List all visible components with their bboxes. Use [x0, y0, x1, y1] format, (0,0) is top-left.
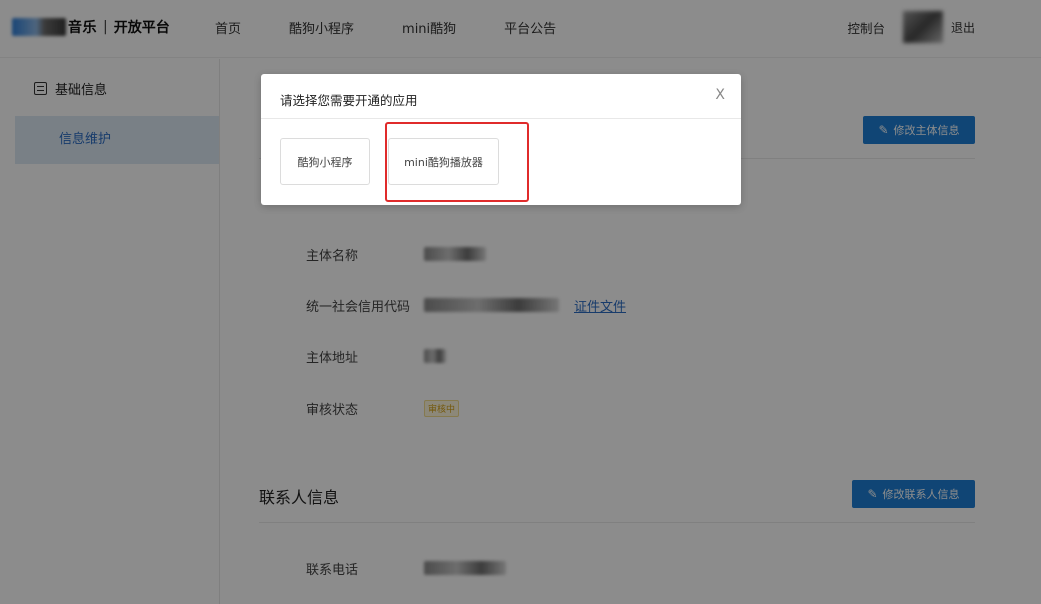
option-mini-program[interactable]: 酷狗小程序	[280, 138, 370, 185]
modal-title: 请选择您需要开通的应用	[280, 93, 418, 108]
highlight-box	[385, 122, 529, 202]
modal-divider	[261, 118, 741, 119]
close-icon[interactable]: X	[715, 87, 725, 103]
